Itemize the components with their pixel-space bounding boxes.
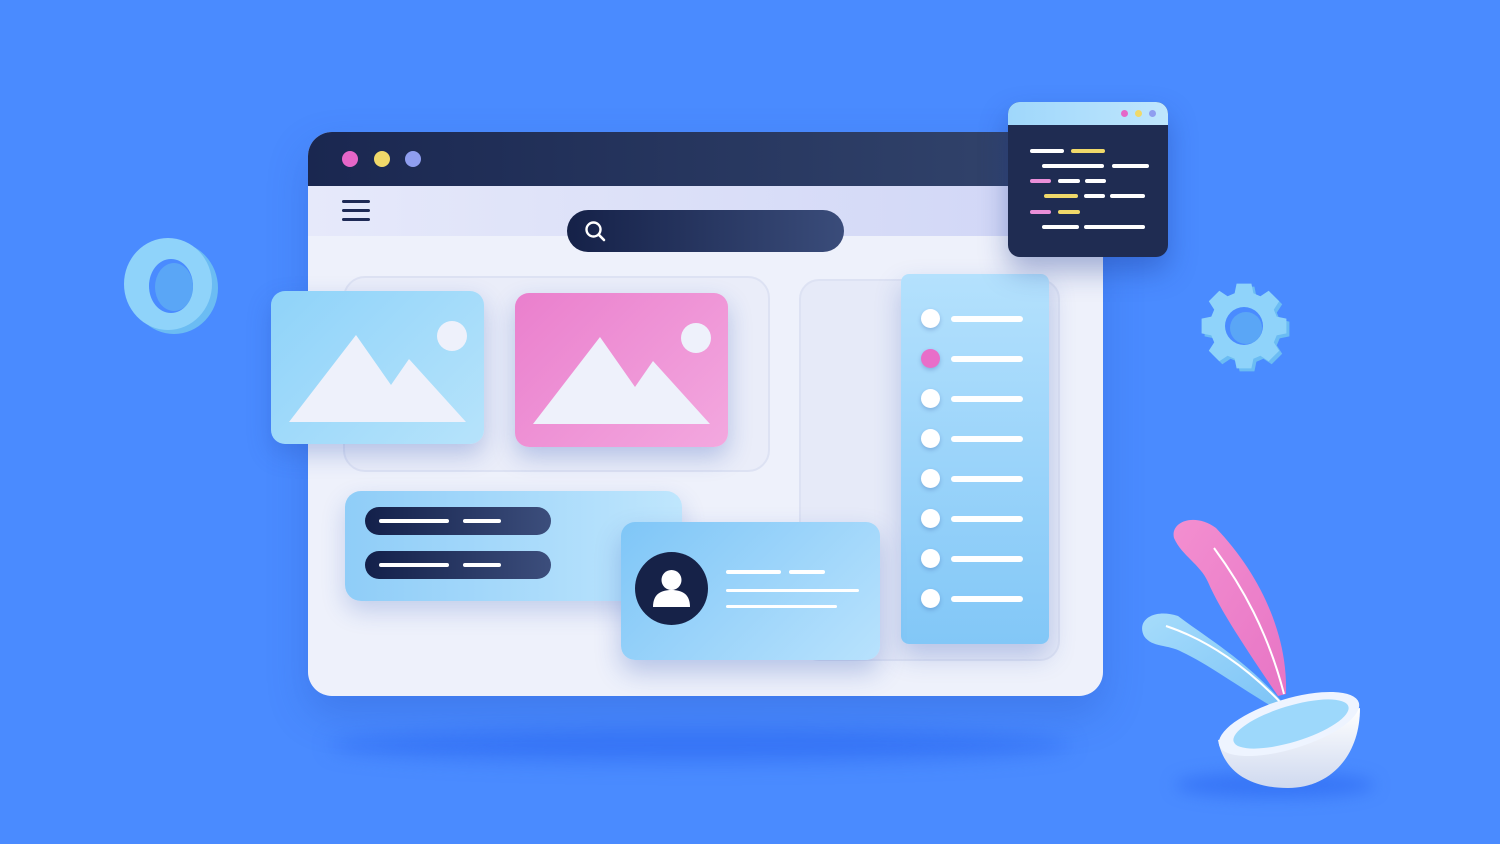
ring-decoration <box>124 238 218 334</box>
profile-detail-line <box>726 605 837 608</box>
text-pill[interactable] <box>365 551 551 579</box>
list-column <box>901 274 1049 644</box>
list-item-radio[interactable] <box>921 549 940 568</box>
list-item-radio[interactable] <box>921 429 940 448</box>
profile-card[interactable] <box>621 522 880 660</box>
profile-name-line <box>789 570 825 574</box>
image-icon <box>289 321 467 422</box>
list-item-label <box>951 316 1023 322</box>
window-titlebar <box>308 132 1103 186</box>
avatar <box>635 552 708 625</box>
search-bar[interactable] <box>567 210 844 252</box>
user-icon <box>653 570 690 607</box>
window-floor-shadow <box>330 728 1070 762</box>
list-item-radio[interactable] <box>921 469 940 488</box>
list-item-radio[interactable] <box>921 389 940 408</box>
list-item-radio[interactable] <box>921 589 940 608</box>
list-item-radio[interactable] <box>921 509 940 528</box>
text-pill[interactable] <box>365 507 551 535</box>
maximize-dot[interactable] <box>405 151 421 167</box>
list-item-label <box>951 356 1023 362</box>
list-item-label <box>951 396 1023 402</box>
close-dot[interactable] <box>342 151 358 167</box>
image-icon <box>533 323 711 424</box>
hamburger-icon[interactable] <box>342 200 370 222</box>
image-card-pink[interactable] <box>515 293 728 447</box>
gear-icon <box>1201 283 1290 372</box>
minimize-dot[interactable] <box>1135 110 1142 117</box>
code-window-titlebar <box>1008 102 1168 125</box>
close-dot[interactable] <box>1121 110 1128 117</box>
profile-name-line <box>726 570 781 574</box>
search-icon <box>585 221 606 242</box>
code-window <box>1008 102 1168 257</box>
maximize-dot[interactable] <box>1149 110 1156 117</box>
list-item-label <box>951 436 1023 442</box>
profile-detail-line <box>726 589 859 592</box>
list-item-radio[interactable] <box>921 309 940 328</box>
plant-icon <box>1142 519 1360 788</box>
list-item-label <box>951 476 1023 482</box>
list-item-label <box>951 516 1023 522</box>
list-item-label <box>951 556 1023 562</box>
list-item-radio[interactable] <box>921 349 940 368</box>
list-item-label <box>951 596 1023 602</box>
image-card-blue[interactable] <box>271 291 484 444</box>
minimize-dot[interactable] <box>374 151 390 167</box>
